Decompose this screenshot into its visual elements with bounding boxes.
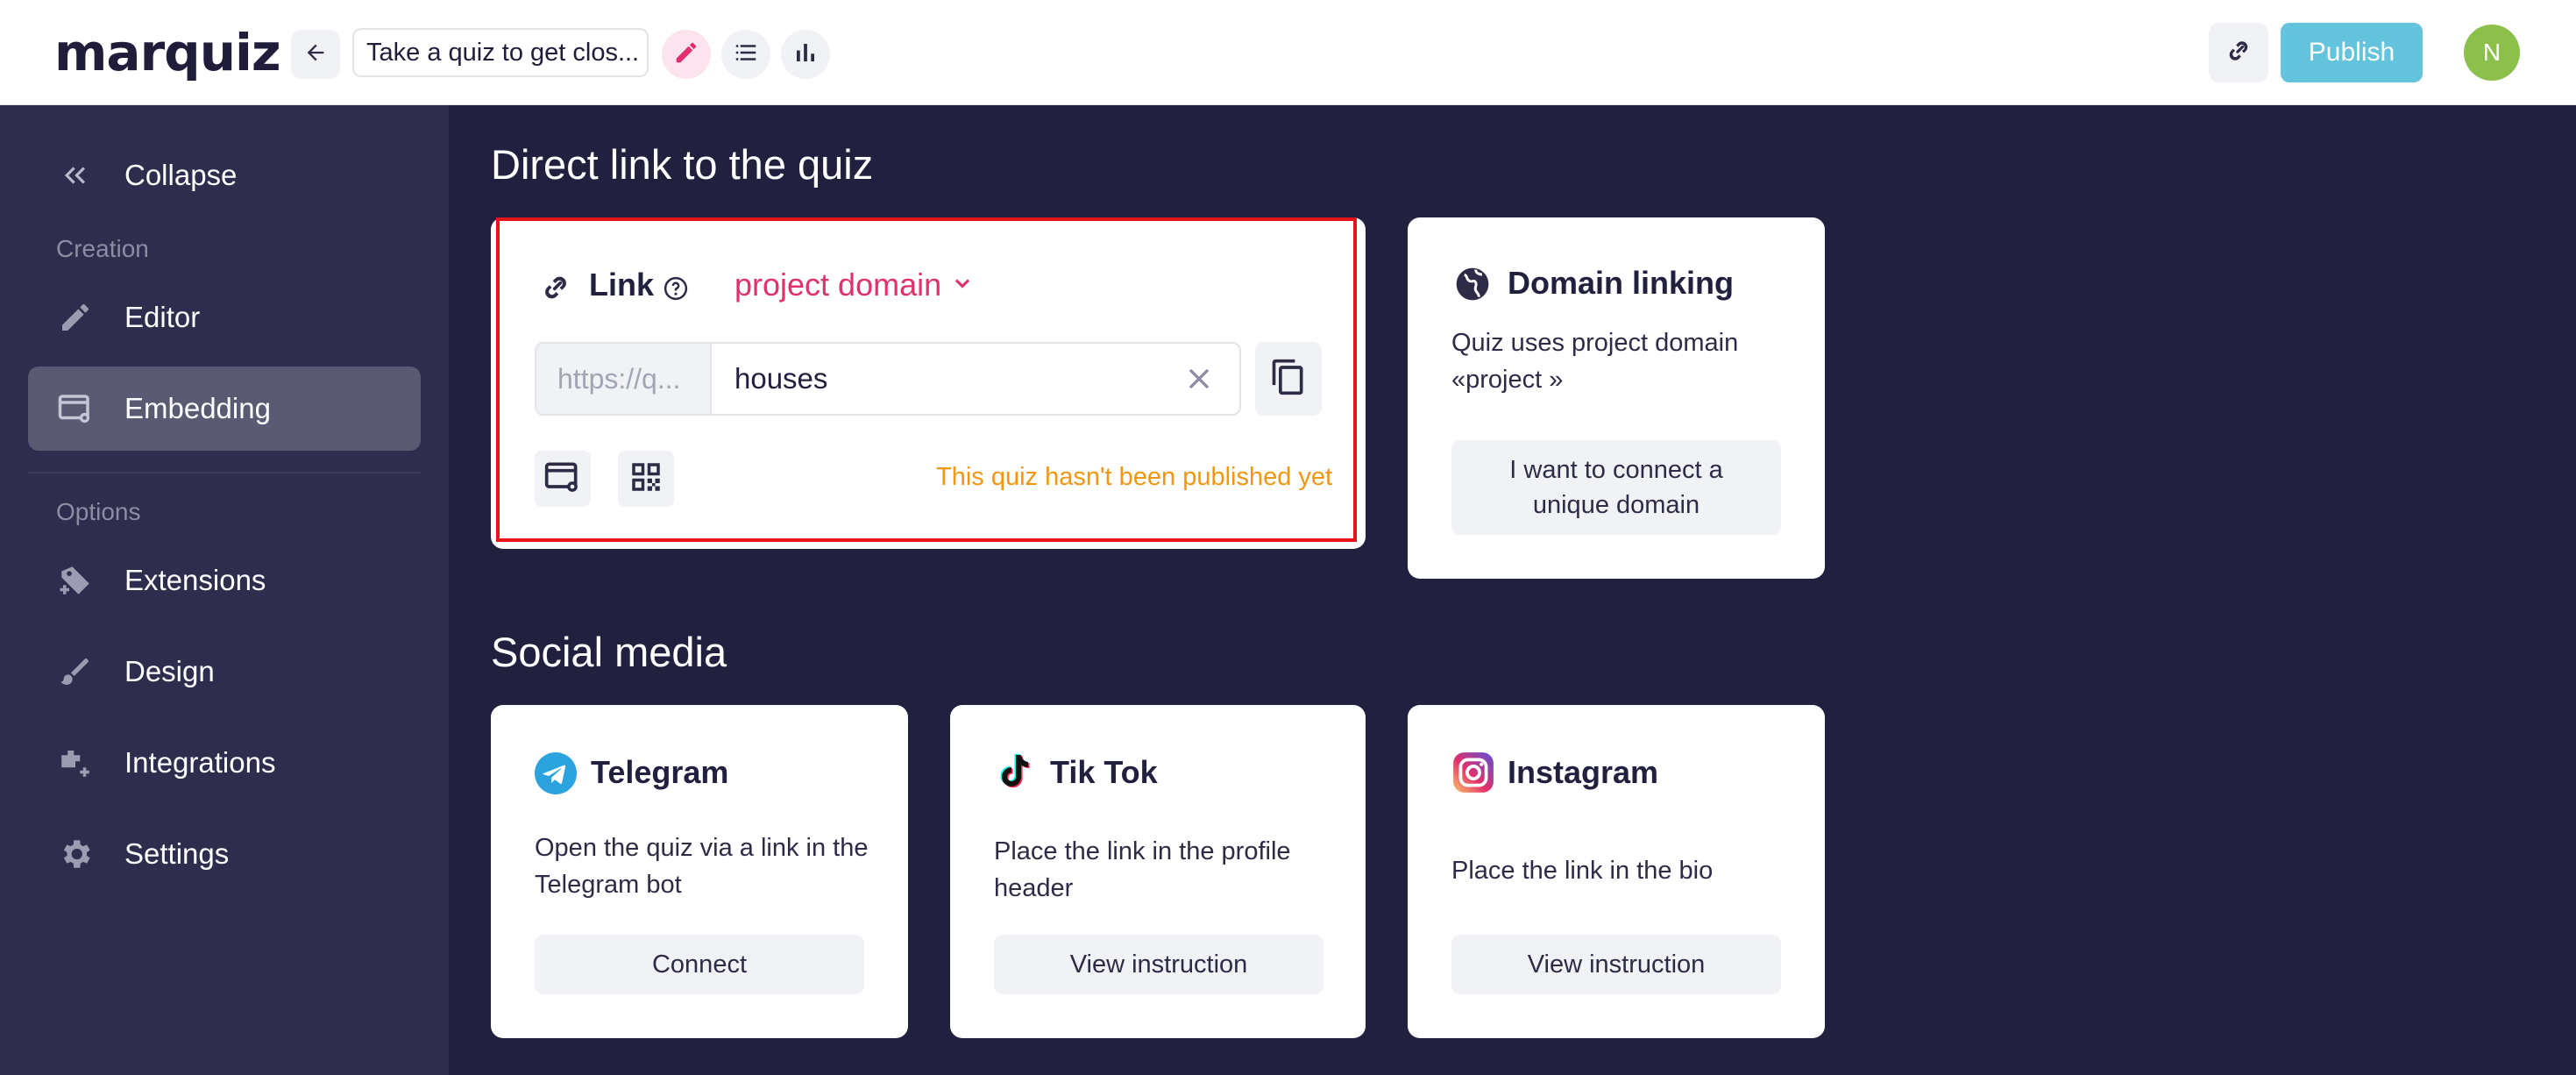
instagram-instruction-button[interactable]: View instruction bbox=[1451, 935, 1781, 994]
domain-select-value: project domain bbox=[734, 267, 942, 303]
sidebar-divider bbox=[28, 472, 421, 473]
connect-domain-button[interactable]: I want to connect a unique domain bbox=[1451, 440, 1781, 535]
integrations-icon bbox=[54, 742, 96, 784]
telegram-card: Telegram Open the quiz via a link in the… bbox=[491, 705, 908, 1038]
embed-settings-icon bbox=[543, 458, 582, 501]
domain-linking-description: Quiz uses project domain «project » bbox=[1451, 329, 1739, 394]
domain-select[interactable]: project domain bbox=[734, 267, 975, 303]
section-options: Options bbox=[56, 498, 141, 525]
copy-icon bbox=[1269, 358, 1308, 401]
domain-linking-card: Domain linking Quiz uses project domain … bbox=[1408, 217, 1825, 579]
sidebar-item-label: Extensions bbox=[124, 564, 266, 596]
bar-chart-icon bbox=[792, 39, 819, 70]
collapse-label: Collapse bbox=[124, 159, 238, 191]
copy-button[interactable] bbox=[1255, 342, 1322, 416]
brush-icon bbox=[54, 651, 96, 693]
collapse-button[interactable]: Collapse bbox=[28, 133, 421, 217]
sidebar-item-editor[interactable]: Editor bbox=[28, 275, 421, 360]
telegram-title: Telegram bbox=[591, 754, 729, 790]
tiktok-instruction-button[interactable]: View instruction bbox=[994, 935, 1323, 994]
sidebar-item-label: Editor bbox=[124, 301, 201, 333]
sidebar-item-label: Embedding bbox=[124, 392, 271, 424]
edit-mode-button[interactable] bbox=[662, 30, 711, 79]
pencil-icon bbox=[673, 39, 699, 70]
puzzle-icon bbox=[54, 559, 96, 602]
section-creation: Creation bbox=[56, 235, 149, 262]
list-icon bbox=[733, 39, 759, 70]
link-label: Link bbox=[589, 267, 655, 303]
link-icon bbox=[2222, 34, 2255, 72]
arrow-left-icon bbox=[303, 40, 328, 69]
gear-icon bbox=[54, 833, 96, 875]
sidebar: Collapse Creation Editor Embedding Optio… bbox=[0, 105, 449, 1075]
telegram-icon bbox=[535, 752, 577, 799]
quiz-link-button[interactable] bbox=[2209, 23, 2268, 82]
instagram-icon bbox=[1451, 751, 1495, 799]
url-slug-value[interactable]: houses bbox=[734, 344, 827, 414]
sidebar-item-integrations[interactable]: Integrations bbox=[28, 721, 421, 805]
logo[interactable]: marquiz bbox=[54, 23, 281, 82]
publish-button[interactable]: Publish bbox=[2281, 23, 2423, 82]
instagram-description: Place the link in the bio bbox=[1451, 857, 1714, 885]
tiktok-description: Place the link in the profile header bbox=[994, 837, 1291, 902]
tiktok-icon bbox=[994, 751, 1036, 799]
sidebar-item-settings[interactable]: Settings bbox=[28, 812, 421, 896]
qr-code-button[interactable] bbox=[618, 451, 674, 507]
sidebar-item-embedding[interactable]: Embedding bbox=[28, 367, 421, 451]
quiz-title-field[interactable]: Take a quiz to get clos... bbox=[352, 28, 649, 77]
embed-settings-button[interactable] bbox=[535, 451, 591, 507]
url-input[interactable]: https://q... houses bbox=[535, 342, 1241, 416]
avatar[interactable]: N bbox=[2464, 25, 2520, 81]
chevron-down-icon bbox=[950, 267, 975, 303]
tiktok-title: Tik Tok bbox=[1050, 754, 1158, 790]
back-button[interactable] bbox=[291, 30, 340, 79]
stats-button[interactable] bbox=[781, 30, 830, 79]
qr-code-icon bbox=[628, 459, 664, 500]
embed-icon bbox=[54, 388, 96, 430]
sidebar-item-design[interactable]: Design bbox=[28, 630, 421, 714]
social-media-title: Social media bbox=[491, 629, 727, 675]
double-chevron-left-icon bbox=[54, 154, 96, 196]
list-view-button[interactable] bbox=[721, 30, 770, 79]
link-icon bbox=[536, 268, 575, 311]
telegram-description: Open the quiz via a link in the Telegram… bbox=[535, 834, 869, 899]
clear-icon[interactable] bbox=[1182, 361, 1217, 396]
sidebar-item-label: Settings bbox=[124, 837, 230, 870]
telegram-connect-button[interactable]: Connect bbox=[535, 935, 864, 994]
sidebar-item-label: Integrations bbox=[124, 746, 276, 779]
status-not-published: This quiz hasn't been published yet bbox=[936, 463, 1333, 491]
sidebar-item-label: Design bbox=[124, 655, 215, 687]
sidebar-item-extensions[interactable]: Extensions bbox=[28, 538, 421, 623]
globe-icon bbox=[1453, 265, 1492, 308]
instagram-title: Instagram bbox=[1508, 754, 1659, 790]
tiktok-card: Tik Tok Place the link in the profile he… bbox=[950, 705, 1366, 1038]
url-prefix: https://q... bbox=[536, 344, 712, 414]
help-icon[interactable] bbox=[663, 275, 689, 306]
top-header: marquiz Take a quiz to get clos... Publi… bbox=[0, 0, 2576, 105]
direct-link-title: Direct link to the quiz bbox=[491, 141, 874, 188]
instagram-card: Instagram Place the link in the bio View… bbox=[1408, 705, 1825, 1038]
domain-linking-title: Domain linking bbox=[1508, 265, 1735, 301]
pencil-icon bbox=[54, 296, 96, 338]
